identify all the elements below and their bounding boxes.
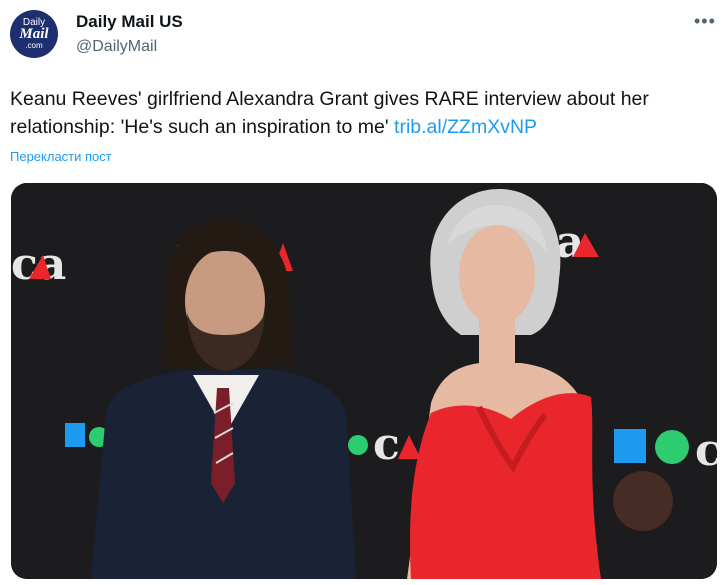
backdrop-text-right: c xyxy=(695,425,717,476)
photo-illustration: ca ca c c xyxy=(11,183,717,579)
tweet-text: Keanu Reeves' girlfriend Alexandra Grant… xyxy=(10,85,716,141)
avatar-text-com: .com xyxy=(25,41,43,50)
tweet-photo[interactable]: ca ca c c xyxy=(11,183,717,579)
translate-post-link[interactable]: Перекласти пост xyxy=(10,149,112,165)
user-handle[interactable]: @DailyMail xyxy=(76,37,157,57)
avatar-text-mail: Mail xyxy=(19,26,49,42)
backdrop-text-center: c xyxy=(373,419,400,470)
tweet-link[interactable]: trib.al/ZZmXvNP xyxy=(394,116,537,138)
display-name[interactable]: Daily Mail US xyxy=(76,12,183,32)
tweet-body: Keanu Reeves' girlfriend Alexandra Grant… xyxy=(10,88,649,138)
avatar[interactable]: Daily Mail .com xyxy=(10,10,58,58)
more-options-icon[interactable]: ••• xyxy=(694,11,716,31)
